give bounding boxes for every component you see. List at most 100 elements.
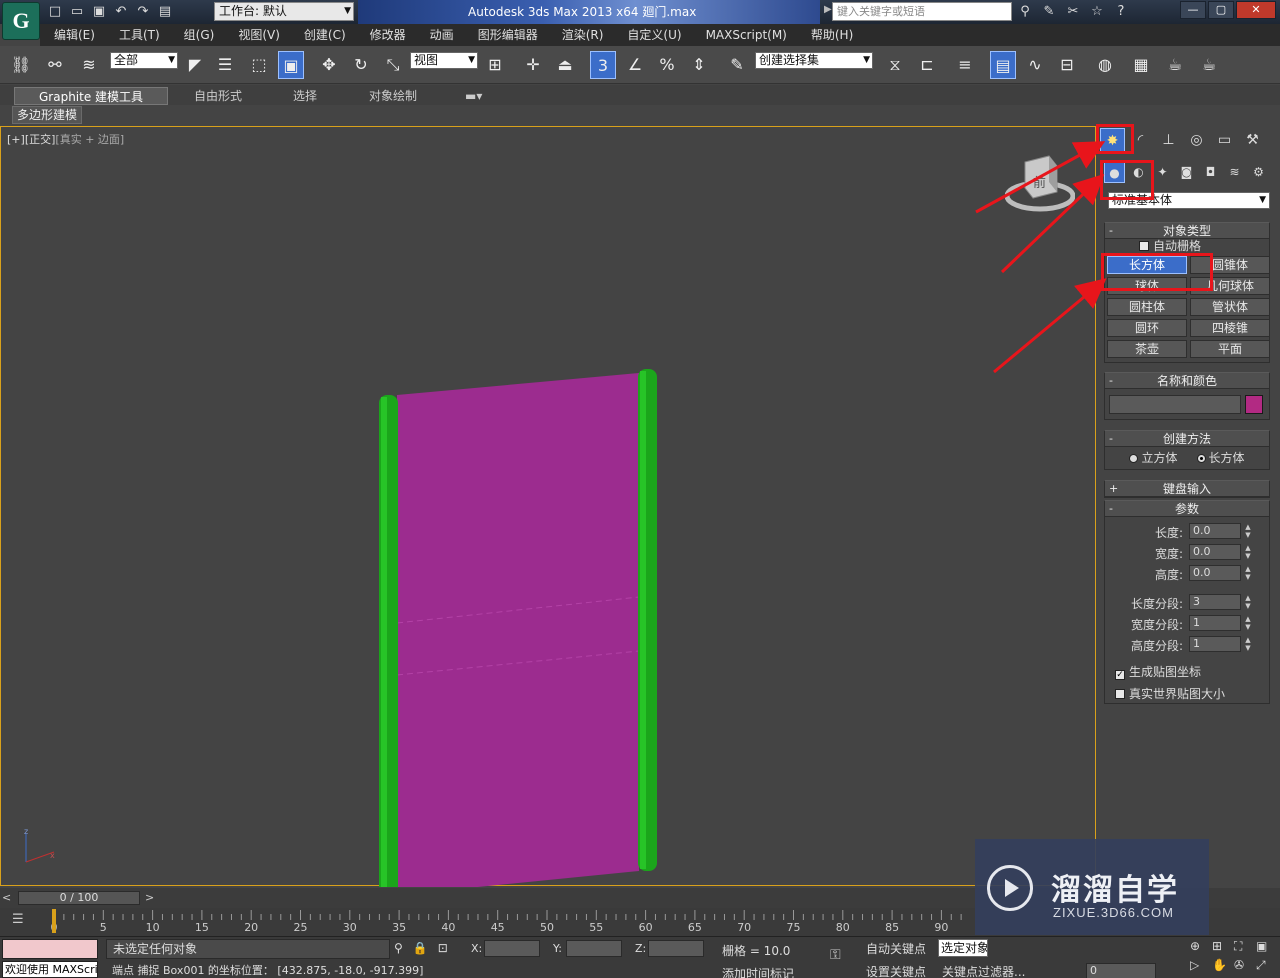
material-editor-icon[interactable]: ◍: [1092, 51, 1118, 79]
render-production-icon[interactable]: ☕: [1196, 51, 1222, 79]
height-segs-input[interactable]: 1: [1189, 636, 1241, 652]
undo-icon[interactable]: ↶: [112, 3, 130, 21]
select-manipulate-icon[interactable]: ✛: [520, 51, 546, 79]
lock-icon[interactable]: 🔒: [413, 941, 428, 955]
front-viewport[interactable]: [+][正交][真实 + 边面]: [0, 126, 1096, 887]
rect-selection-region-icon[interactable]: ⬚: [246, 51, 272, 79]
zoom-extents-icon[interactable]: ⛶: [1234, 939, 1254, 954]
menu-animation[interactable]: 动画: [416, 24, 464, 46]
search-expand-icon[interactable]: ▶: [824, 4, 832, 15]
named-selection-dropdown[interactable]: 创建选择集 ▼: [755, 52, 873, 69]
menu-rendering[interactable]: 渲染(R): [548, 24, 614, 46]
graphite-toggle-icon[interactable]: ▤: [990, 51, 1016, 79]
zoom-all-icon[interactable]: ⊞: [1212, 939, 1232, 954]
render-setup-icon[interactable]: ▦: [1128, 51, 1154, 79]
edit-named-selection-icon[interactable]: ✎: [724, 51, 750, 79]
unlink-icon[interactable]: ⚯: [42, 51, 68, 79]
isolate-icon[interactable]: ⚲: [394, 941, 403, 955]
cameras-category-icon[interactable]: ◙: [1176, 162, 1197, 183]
prev-frame-icon[interactable]: <: [2, 891, 11, 904]
spinner-icon[interactable]: ▲ ▼: [1243, 636, 1253, 652]
tube-button[interactable]: 管状体: [1190, 298, 1270, 316]
schematic-view-icon[interactable]: ⊟: [1054, 51, 1080, 79]
layer-manager-icon[interactable]: ≡: [952, 51, 978, 79]
move-icon[interactable]: ✥: [316, 51, 342, 79]
menu-create[interactable]: 创建(C): [290, 24, 356, 46]
help-icon[interactable]: ?: [1112, 2, 1130, 21]
minimize-button[interactable]: —: [1180, 1, 1206, 19]
spinner-icon[interactable]: ▲ ▼: [1243, 544, 1253, 560]
ribbon-options-icon[interactable]: ▬▾: [465, 87, 482, 105]
favorites-icon[interactable]: ☆: [1088, 2, 1106, 21]
menu-edit[interactable]: 编辑(E): [40, 24, 105, 46]
display-tab-icon[interactable]: ▭: [1212, 128, 1237, 152]
rollout-header[interactable]: - 创建方法: [1105, 431, 1269, 447]
field-of-view-icon[interactable]: ▷: [1190, 958, 1210, 973]
z-coord-input[interactable]: [648, 940, 704, 957]
menu-graph-editors[interactable]: 图形编辑器: [464, 24, 548, 46]
rendered-frame-icon[interactable]: ☕: [1162, 51, 1188, 79]
width-segs-input[interactable]: 1: [1189, 615, 1241, 631]
binoculars-icon[interactable]: ⚲: [1016, 2, 1034, 21]
mini-curve-editor-icon[interactable]: ☰: [12, 912, 24, 927]
object-color-swatch[interactable]: [1245, 395, 1263, 414]
maximize-button[interactable]: ▢: [1208, 1, 1234, 19]
lights-category-icon[interactable]: ✦: [1152, 162, 1173, 183]
selection-filter-dropdown[interactable]: 全部 ▼: [110, 52, 178, 69]
spinner-icon[interactable]: ▲ ▼: [1243, 523, 1253, 539]
tab-selection[interactable]: 选择: [293, 87, 317, 105]
current-frame-marker[interactable]: [52, 909, 56, 933]
pivot-center-icon[interactable]: ⊞: [482, 51, 508, 79]
absolute-mode-icon[interactable]: ⊡: [438, 941, 448, 955]
cube-radio[interactable]: [1129, 454, 1139, 463]
save-icon[interactable]: ▣: [90, 3, 108, 21]
align-icon[interactable]: ⊏: [914, 51, 940, 79]
app-logo-button[interactable]: G: [2, 2, 40, 40]
helpers-category-icon[interactable]: ◘: [1200, 162, 1221, 183]
open-file-icon[interactable]: ▭: [68, 3, 86, 21]
spinner-snap-icon[interactable]: ⇕: [686, 51, 712, 79]
menu-help[interactable]: 帮助(H): [797, 24, 863, 46]
checkbox-box[interactable]: [1139, 241, 1149, 251]
mirror-icon[interactable]: ⧖: [882, 51, 908, 79]
link-icon[interactable]: ⛓: [8, 51, 34, 79]
current-frame-input[interactable]: 0: [1086, 963, 1156, 978]
auto-key-button[interactable]: 自动关键点: [866, 940, 926, 957]
zoom-extents-all-icon[interactable]: ▣: [1256, 939, 1276, 954]
maxscript-label[interactable]: 欢迎使用 MAXScri: [2, 961, 98, 978]
bind-space-warp-icon[interactable]: ≋: [76, 51, 102, 79]
x-coord-input[interactable]: [484, 940, 540, 957]
keyboard-shortcut-override-icon[interactable]: ⏏: [552, 51, 578, 79]
communication-icon[interactable]: ✎: [1040, 2, 1058, 21]
spacewarps-category-icon[interactable]: ≋: [1224, 162, 1245, 183]
y-coord-input[interactable]: [566, 940, 622, 957]
key-filters-button[interactable]: 关键点过滤器...: [942, 963, 1025, 978]
angle-snap-icon[interactable]: ∠: [622, 51, 648, 79]
menu-tools[interactable]: 工具(T): [105, 24, 170, 46]
menu-views[interactable]: 视图(V): [224, 24, 290, 46]
key-selection-dropdown[interactable]: 选定对象: [938, 939, 988, 957]
menu-customize[interactable]: 自定义(U): [613, 24, 691, 46]
length-segs-input[interactable]: 3: [1189, 594, 1241, 610]
box-radio[interactable]: [1196, 454, 1206, 463]
scale-icon[interactable]: ⤡: [380, 51, 406, 79]
orbit-icon[interactable]: ✇: [1234, 958, 1254, 973]
reference-coord-dropdown[interactable]: 视图 ▼: [410, 52, 478, 69]
tab-polygon-modeling[interactable]: 多边形建模: [12, 106, 83, 124]
window-crossing-icon[interactable]: ▣: [278, 51, 304, 79]
checkbox-box[interactable]: [1115, 689, 1125, 699]
select-by-name-icon[interactable]: ☰: [212, 51, 238, 79]
key-icon[interactable]: ⚿: [830, 947, 841, 963]
gen-map-coords-checkbox[interactable]: ✓ 生成贴图坐标: [1105, 661, 1269, 683]
height-input[interactable]: 0.0: [1189, 565, 1241, 581]
pyramid-button[interactable]: 四棱锥: [1190, 319, 1270, 337]
object-name-input[interactable]: [1109, 395, 1241, 414]
menu-group[interactable]: 组(G): [170, 24, 225, 46]
time-slider-thumb[interactable]: 0 / 100: [18, 891, 140, 905]
real-world-map-checkbox[interactable]: 真实世界贴图大小: [1105, 683, 1269, 705]
pan-icon[interactable]: ✋: [1212, 958, 1232, 973]
spinner-icon[interactable]: ▲ ▼: [1243, 594, 1253, 610]
tab-freeform[interactable]: 自由形式: [194, 87, 242, 105]
redo-icon[interactable]: ↷: [134, 3, 152, 21]
rotate-icon[interactable]: ↻: [348, 51, 374, 79]
